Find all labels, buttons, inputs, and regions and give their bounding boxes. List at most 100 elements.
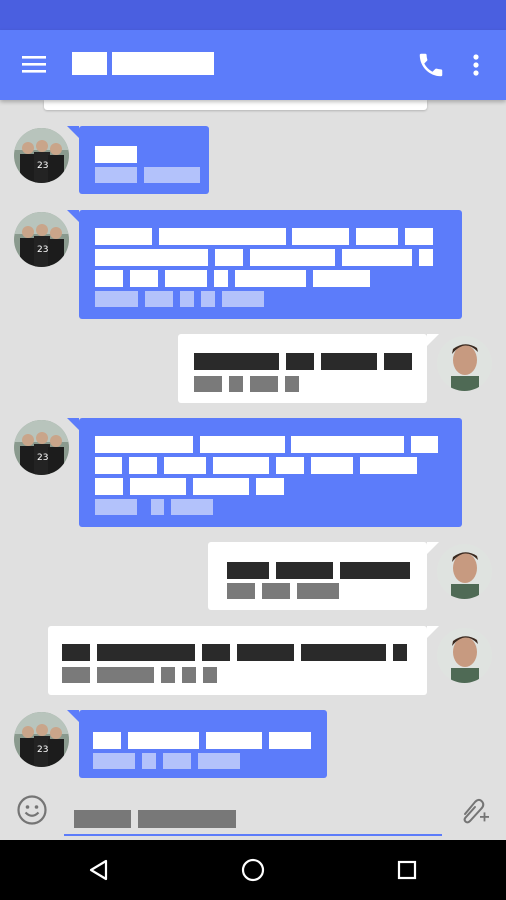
redacted-text xyxy=(129,457,157,474)
redacted-text xyxy=(130,270,158,287)
self-avatar[interactable] xyxy=(437,628,492,683)
redacted-text xyxy=(419,249,433,266)
emoji-icon[interactable] xyxy=(16,794,48,826)
redacted-text xyxy=(301,644,386,661)
redacted-text xyxy=(393,644,407,661)
redacted-text xyxy=(256,478,284,495)
redacted-text xyxy=(384,353,412,370)
title-redacted-word xyxy=(72,52,107,75)
redacted-text xyxy=(313,270,370,287)
redacted-text xyxy=(130,478,186,495)
redacted-text xyxy=(292,228,349,245)
redacted-text xyxy=(340,562,410,579)
message-bubble-outgoing[interactable] xyxy=(178,334,439,403)
redacted-text xyxy=(214,270,228,287)
message-bubble-incoming[interactable] xyxy=(67,126,209,194)
message-bubble-outgoing[interactable] xyxy=(48,626,439,695)
redacted-meta xyxy=(194,376,222,392)
self-avatar[interactable] xyxy=(437,336,492,391)
contact-avatar[interactable]: 23 xyxy=(14,420,69,475)
redacted-text xyxy=(286,353,314,370)
redacted-meta xyxy=(222,291,264,307)
contact-avatar[interactable]: 23 xyxy=(14,212,69,267)
redacted-text xyxy=(165,270,207,287)
message-list[interactable]: 23 23 23 23 xyxy=(0,100,506,780)
hamburger-menu-icon[interactable] xyxy=(20,52,48,76)
redacted-text xyxy=(164,457,206,474)
input-underline xyxy=(64,834,442,836)
redacted-placeholder xyxy=(138,810,236,828)
message-bubble-incoming[interactable] xyxy=(67,710,327,778)
redacted-meta xyxy=(285,376,299,392)
message-bubble-outgoing[interactable] xyxy=(208,542,439,610)
redacted-meta xyxy=(95,167,137,183)
redacted-meta xyxy=(229,376,243,392)
redacted-text xyxy=(276,562,333,579)
redacted-meta xyxy=(62,667,90,683)
redacted-text xyxy=(95,249,208,266)
redacted-text xyxy=(405,228,433,245)
redacted-meta xyxy=(227,583,255,599)
redacted-text xyxy=(342,249,412,266)
redacted-meta xyxy=(95,291,138,307)
redacted-text xyxy=(206,732,262,749)
title-redacted-word xyxy=(112,52,214,75)
redacted-text xyxy=(95,270,123,287)
app-toolbar xyxy=(0,30,506,100)
redacted-text xyxy=(215,249,243,266)
redacted-meta xyxy=(95,499,137,515)
redacted-text xyxy=(311,457,353,474)
redacted-text xyxy=(276,457,304,474)
redacted-text xyxy=(159,228,286,245)
redacted-text xyxy=(95,228,152,245)
redacted-meta xyxy=(262,583,290,599)
phone-icon[interactable] xyxy=(416,50,446,80)
redacted-text xyxy=(360,457,417,474)
redacted-text xyxy=(62,644,90,661)
redacted-meta xyxy=(297,583,339,599)
redacted-text xyxy=(250,249,335,266)
redacted-text xyxy=(95,457,122,474)
contact-avatar[interactable]: 23 xyxy=(14,128,69,183)
redacted-meta xyxy=(161,667,175,683)
message-bubble-incoming[interactable] xyxy=(67,418,462,527)
redacted-text xyxy=(128,732,199,749)
svg-text:23: 23 xyxy=(37,453,48,463)
self-avatar[interactable] xyxy=(437,544,492,599)
redacted-text xyxy=(321,353,377,370)
redacted-text xyxy=(213,457,269,474)
previous-message-card xyxy=(44,100,427,110)
system-navigation-bar xyxy=(0,840,506,900)
redacted-text xyxy=(95,146,137,163)
message-input[interactable] xyxy=(64,790,442,836)
redacted-meta xyxy=(163,753,191,769)
redacted-text xyxy=(93,732,121,749)
redacted-meta xyxy=(144,167,200,183)
home-circle-icon[interactable] xyxy=(238,855,268,885)
redacted-text xyxy=(356,228,398,245)
recents-square-icon[interactable] xyxy=(392,855,422,885)
message-bubble-incoming[interactable] xyxy=(67,210,462,319)
more-vert-icon[interactable] xyxy=(464,50,488,80)
redacted-meta xyxy=(93,753,135,769)
svg-text:23: 23 xyxy=(37,745,48,755)
attach-add-icon[interactable] xyxy=(456,794,490,828)
redacted-text xyxy=(411,436,438,453)
redacted-meta xyxy=(142,753,156,769)
svg-text:23: 23 xyxy=(37,245,48,255)
redacted-text xyxy=(97,644,195,661)
contact-avatar[interactable]: 23 xyxy=(14,712,69,767)
redacted-placeholder xyxy=(74,810,131,828)
redacted-meta xyxy=(180,291,194,307)
svg-text:23: 23 xyxy=(37,161,48,171)
redacted-meta xyxy=(182,667,196,683)
redacted-text xyxy=(95,436,193,453)
redacted-text xyxy=(237,644,294,661)
redacted-meta xyxy=(171,499,213,515)
back-triangle-icon[interactable] xyxy=(84,855,114,885)
redacted-text xyxy=(202,644,230,661)
redacted-meta xyxy=(203,667,217,683)
redacted-text xyxy=(291,436,404,453)
redacted-text xyxy=(193,478,249,495)
redacted-meta xyxy=(198,753,240,769)
